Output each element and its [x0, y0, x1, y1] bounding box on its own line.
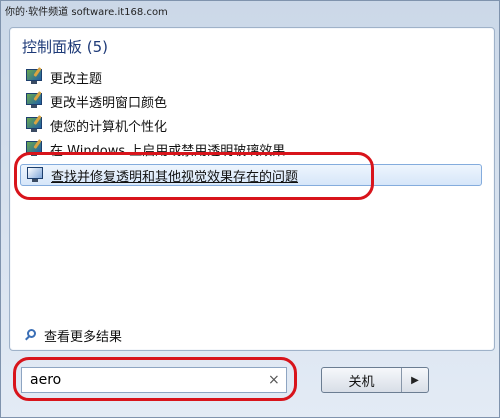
shutdown-options-arrow-icon[interactable]: ▶	[402, 368, 428, 392]
see-more-results-link[interactable]: 查看更多结果	[24, 326, 122, 345]
see-more-results-label: 查看更多结果	[44, 330, 123, 345]
personalize-icon	[26, 115, 44, 133]
result-item-change-theme[interactable]: 更改主题	[26, 66, 102, 88]
red-highlight-oval	[14, 152, 374, 200]
search-results-panel: 控制面板 (5) 更改主题 更改半透明窗口颜色 使您的计算机个性化 在 Wind…	[9, 27, 495, 351]
search-icon	[24, 328, 38, 343]
result-item-change-window-color[interactable]: 更改半透明窗口颜色	[26, 90, 167, 112]
section-title-control-panel[interactable]: 控制面板 (5)	[22, 36, 108, 57]
shutdown-button[interactable]: 关机	[322, 368, 402, 392]
result-item-label: 更改主题	[50, 71, 103, 87]
personalize-icon	[26, 67, 44, 85]
red-highlight-oval	[13, 357, 297, 401]
result-item-personalize[interactable]: 使您的计算机个性化	[26, 114, 167, 136]
shutdown-button-group: 关机 ▶	[321, 367, 429, 393]
personalize-icon	[26, 91, 44, 109]
result-item-label: 使您的计算机个性化	[50, 119, 168, 135]
watermark-text: 你的·软件频道 software.it168.com	[5, 7, 168, 18]
result-item-label: 更改半透明窗口颜色	[50, 95, 168, 111]
start-menu-window: 你的·软件频道 software.it168.com 控制面板 (5) 更改主题…	[0, 0, 500, 418]
